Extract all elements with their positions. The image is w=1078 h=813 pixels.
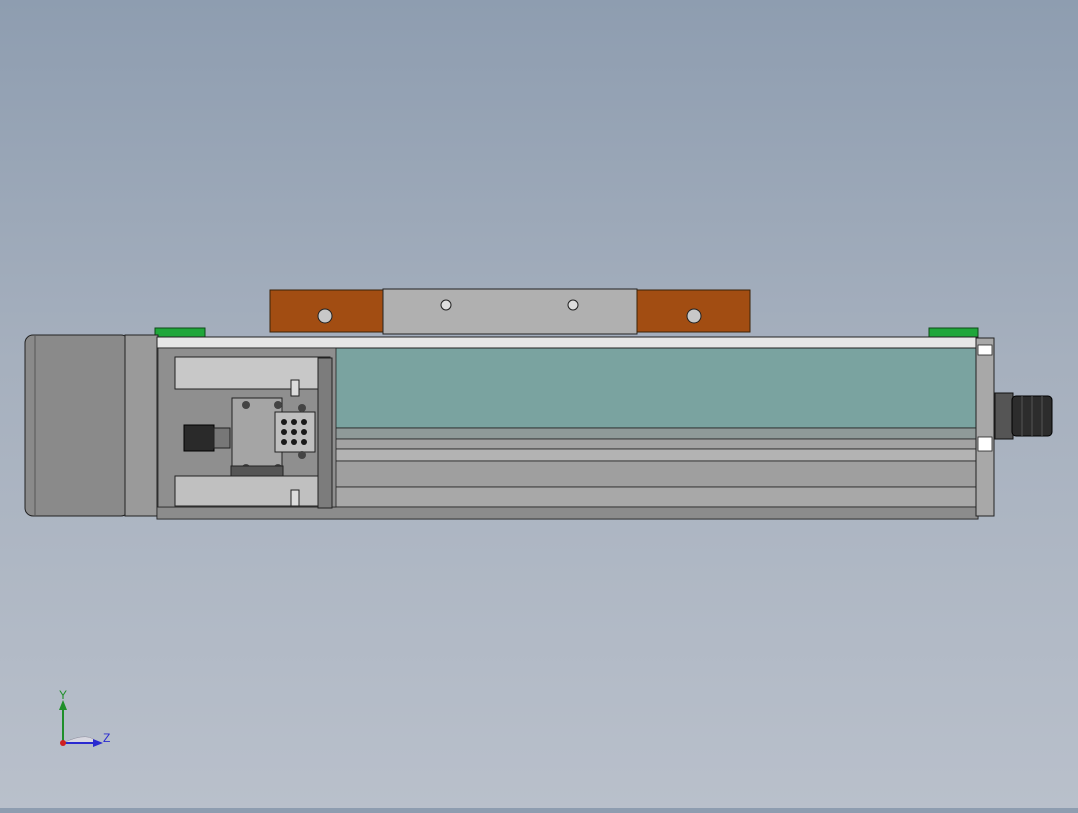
triad-y-label: Y [59, 688, 68, 702]
teal-cover [334, 347, 977, 429]
motor-body [24, 334, 130, 517]
right-foot [928, 327, 979, 338]
top-edge [156, 336, 979, 349]
cad-viewport[interactable]: Y Z [0, 0, 1078, 808]
sensor-block [183, 424, 215, 452]
motor[interactable] [24, 334, 159, 517]
left-bracket-hole [317, 308, 333, 324]
carriage-plate [382, 288, 638, 335]
orientation-triad [59, 700, 103, 747]
end-cap[interactable] [975, 337, 1053, 517]
left-foot [154, 327, 206, 338]
right-bracket-hole [686, 308, 702, 324]
carriage-hole-right [567, 299, 579, 311]
carriage[interactable] [269, 288, 751, 335]
carriage-hole-left [440, 299, 452, 311]
motor-flange [124, 334, 159, 517]
drive-mechanism[interactable] [157, 347, 337, 509]
triad-z-label: Z [103, 731, 111, 745]
linear-actuator-model[interactable] [0, 0, 1078, 808]
coupling-holes [281, 419, 307, 445]
